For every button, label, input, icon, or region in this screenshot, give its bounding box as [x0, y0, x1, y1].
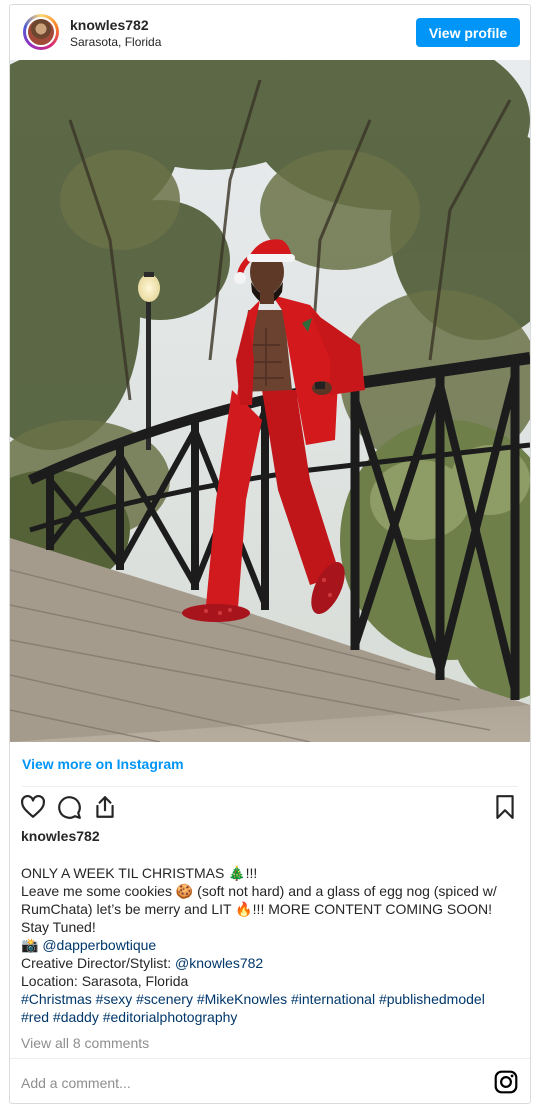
add-comment-input[interactable] — [21, 1073, 461, 1093]
avatar-image — [26, 17, 56, 47]
post-username[interactable]: knowles782 — [21, 828, 100, 844]
instagram-logo-icon[interactable] — [493, 1069, 519, 1095]
share-icon[interactable] — [92, 794, 118, 820]
caption-line: RumChata) let’s be merry and LIT 🔥!!! MO… — [21, 901, 492, 917]
caption-line: Location: Sarasota, Florida — [21, 973, 189, 989]
divider — [22, 786, 518, 787]
instagram-embed-card: knowles782 Sarasota, Florida View profil… — [9, 4, 531, 1104]
header-location[interactable]: Sarasota, Florida — [70, 35, 161, 49]
view-more-on-instagram-link[interactable]: View more on Instagram — [22, 756, 184, 772]
comment-icon[interactable] — [56, 794, 82, 820]
header-username[interactable]: knowles782 — [70, 17, 149, 33]
bookmark-icon[interactable] — [492, 794, 518, 820]
caption-line: ONLY A WEEK TIL CHRISTMAS 🎄!!! — [21, 865, 258, 881]
view-all-comments-link[interactable]: View all 8 comments — [21, 1035, 149, 1051]
post-photo[interactable] — [10, 60, 530, 742]
credit-label: Creative Director/Stylist: — [21, 955, 176, 971]
caption-line: Stay Tuned! — [21, 919, 96, 935]
heart-icon[interactable] — [20, 794, 46, 820]
hashtags[interactable]: #Christmas #sexy #scenery #MikeKnowles #… — [21, 990, 521, 1008]
divider — [10, 1058, 530, 1059]
hashtags[interactable]: #red #daddy #editorialphotography — [21, 1008, 521, 1026]
camera-emoji: 📸 — [21, 937, 39, 953]
mention-link[interactable]: @knowles782 — [175, 955, 263, 971]
caption-line: Creative Director/Stylist: @knowles782 — [21, 954, 521, 972]
mention-link[interactable]: @dapperbowtique — [42, 937, 156, 953]
caption-line: Leave me some cookies 🍪 (soft not hard) … — [21, 883, 497, 899]
avatar[interactable] — [23, 14, 59, 50]
view-profile-button[interactable]: View profile — [416, 18, 520, 47]
post-header: knowles782 Sarasota, Florida View profil… — [10, 5, 530, 61]
caption-line: 📸 @dapperbowtique — [21, 936, 521, 954]
post-caption: ONLY A WEEK TIL CHRISTMAS 🎄!!! Leave me … — [21, 864, 521, 1026]
